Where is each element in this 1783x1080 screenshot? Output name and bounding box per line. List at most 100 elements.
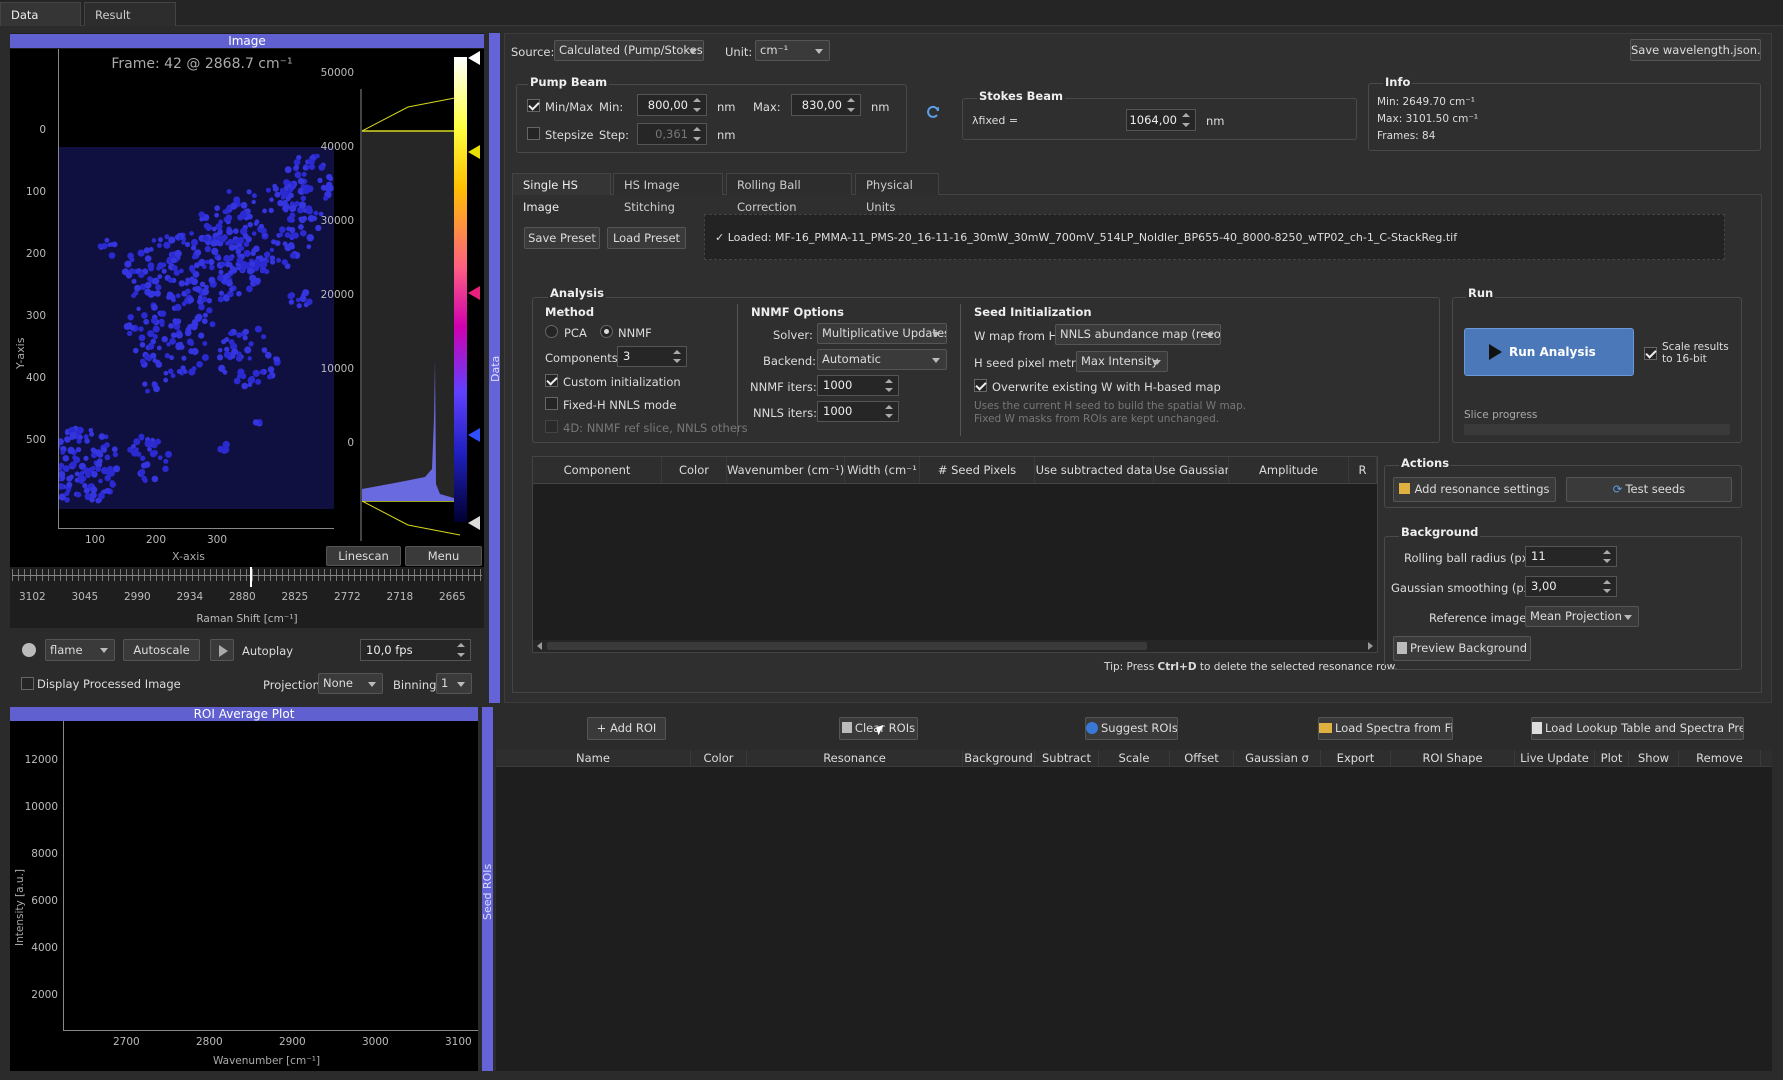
projection-select[interactable]: None xyxy=(318,673,383,694)
cell-marker xyxy=(300,195,307,202)
roi-x-tick-label: 2800 xyxy=(196,1036,223,1048)
cell-marker xyxy=(185,288,191,295)
suggest-rois-button[interactable]: Suggest ROIs xyxy=(1085,717,1178,740)
gradient-tick-yellow[interactable] xyxy=(468,145,480,159)
help-icon xyxy=(1086,722,1098,734)
gradient-tick-white[interactable] xyxy=(468,51,480,65)
wmap-select[interactable]: NNLS abundance map (recomm xyxy=(1055,324,1221,345)
scale-results-checkbox[interactable] xyxy=(1644,347,1657,360)
backend-select[interactable]: Automatic xyxy=(817,349,947,370)
cell-marker xyxy=(246,189,252,195)
cell-marker xyxy=(298,224,304,230)
cell-marker xyxy=(95,466,101,472)
cell-marker xyxy=(134,284,141,292)
cell-marker xyxy=(138,334,146,342)
fps-spinbox[interactable]: 10,0 fps xyxy=(360,639,471,661)
load-preset-button[interactable]: Load Preset xyxy=(607,227,686,249)
cell-marker xyxy=(306,244,312,249)
linescan-button[interactable]: Linescan xyxy=(326,546,401,566)
gaussian-smoothing-spinbox[interactable]: 3,00 xyxy=(1525,576,1617,597)
cell-marker xyxy=(204,245,211,253)
source-select[interactable]: Calculated (Pump/Stokes) xyxy=(554,40,704,61)
menu-button[interactable]: Menu xyxy=(405,546,482,566)
resonance-column-header: Color xyxy=(662,457,727,483)
hseed-select[interactable]: Max Intensity xyxy=(1076,351,1168,372)
rolling-radius-spinbox[interactable]: 11 xyxy=(1525,546,1617,567)
tab-result-section[interactable]: Result Section xyxy=(84,2,176,46)
raman-slider-handle[interactable] xyxy=(250,567,252,587)
cell-marker xyxy=(199,217,204,222)
run-analysis-button[interactable]: Run Analysis xyxy=(1464,328,1634,376)
save-preset-button[interactable]: Save Preset xyxy=(524,227,600,249)
cell-marker xyxy=(178,280,185,287)
roi-average-plot[interactable]: 12000 10000 8000 6000 4000 2000 2700 2800 2900 3… xyxy=(10,721,478,1071)
roi-table[interactable]: Name Color Resonance Background Subtract Scal… xyxy=(496,750,1772,1071)
cell-marker xyxy=(149,450,157,458)
cell-marker xyxy=(163,370,169,376)
gradient-tick-black[interactable] xyxy=(468,516,480,530)
minmax-checkbox[interactable] xyxy=(527,99,540,112)
components-spinbox[interactable]: 3 xyxy=(617,346,687,367)
image-view[interactable]: Frame: 42 @ 2868.7 cm⁻¹ 0 100 200 300 400 500… xyxy=(10,49,484,568)
cell-marker xyxy=(79,472,84,477)
scroll-thumb[interactable] xyxy=(547,642,1147,650)
y-tick-label: 0 xyxy=(39,124,46,136)
resonance-table[interactable]: Component Color Wavenumber (cm⁻¹) Width (cm… xyxy=(532,456,1378,653)
overwrite-checkbox[interactable] xyxy=(974,379,987,392)
custom-init-checkbox[interactable] xyxy=(545,374,558,387)
stokes-wavelength-spinbox[interactable]: 1064,00 xyxy=(1126,109,1196,131)
subtab-stitching[interactable]: HS Image Stitching xyxy=(613,173,723,214)
cell-marker xyxy=(154,387,159,392)
resonance-table-scrollbar[interactable] xyxy=(533,640,1377,652)
histogram-plot[interactable] xyxy=(360,89,460,541)
load-lut-button[interactable]: Load Lookup Table and Spectra Preset xyxy=(1531,717,1744,740)
nnmf-label: NNMF xyxy=(618,326,652,340)
gradient-tick-magenta[interactable] xyxy=(468,286,480,300)
binning-select[interactable]: 1 xyxy=(436,673,472,694)
preview-background-button[interactable]: Preview Background xyxy=(1393,636,1531,661)
nnls-iters-spinbox[interactable]: 1000 xyxy=(817,401,899,422)
scroll-left-icon[interactable] xyxy=(537,642,542,650)
cell-marker xyxy=(279,187,285,193)
test-seeds-button[interactable]: ⟳ Test seeds xyxy=(1566,477,1732,502)
four-d-checkbox[interactable] xyxy=(545,420,558,433)
nnmf-iters-spinbox[interactable]: 1000 xyxy=(817,375,899,396)
pump-min-spinbox[interactable]: 800,00 xyxy=(637,94,707,116)
load-spectra-button[interactable]: Load Spectra from File xyxy=(1318,717,1453,740)
fixed-h-checkbox[interactable] xyxy=(545,397,558,410)
sync-icon[interactable] xyxy=(926,105,940,119)
roi-column-header: ROI Shape xyxy=(1391,750,1515,766)
add-resonance-button[interactable]: Add resonance settings xyxy=(1393,477,1556,502)
display-processed-checkbox[interactable] xyxy=(21,677,34,690)
nnmf-radio[interactable] xyxy=(600,325,613,338)
pump-step-spinbox[interactable]: 0,361 xyxy=(637,123,707,145)
unit-select[interactable]: cm⁻¹ xyxy=(755,40,830,61)
reference-image-select[interactable]: Mean Projection xyxy=(1525,606,1639,627)
cell-marker xyxy=(156,345,162,351)
colormap-select[interactable]: flame xyxy=(45,639,115,661)
raman-slider[interactable]: 3102 3045 2990 2934 2880 2825 2772 2718 2665 Ram… xyxy=(10,567,484,627)
colormap-gradient[interactable] xyxy=(454,57,467,522)
pca-radio[interactable] xyxy=(545,325,558,338)
gradient-tick-blue[interactable] xyxy=(468,428,480,442)
stepsize-checkbox[interactable] xyxy=(527,127,540,140)
autoscale-button[interactable]: Autoscale xyxy=(123,639,200,661)
tab-data-section[interactable]: Data Section xyxy=(0,2,81,46)
solver-select[interactable]: Multiplicative Updates xyxy=(817,323,947,344)
subtab-physical-units[interactable]: Physical Units xyxy=(855,173,939,214)
hs-image[interactable] xyxy=(59,147,334,509)
subtab-rolling-ball[interactable]: Rolling Ball Correction xyxy=(726,173,852,214)
play-button[interactable] xyxy=(210,639,234,661)
pump-max-spinbox[interactable]: 830,00 xyxy=(791,94,861,116)
cell-marker xyxy=(151,381,157,386)
cell-marker xyxy=(98,478,103,484)
save-wavelength-button[interactable]: Save wavelength.json... xyxy=(1630,39,1761,61)
raman-tick-label: 2880 xyxy=(229,591,256,603)
cell-marker xyxy=(143,461,151,468)
add-roi-button[interactable]: + Add ROI xyxy=(587,717,666,740)
cell-marker xyxy=(123,323,131,330)
cell-marker xyxy=(296,303,302,309)
cell-marker xyxy=(170,373,176,379)
scroll-right-icon[interactable] xyxy=(1368,642,1373,650)
subtab-single-hs[interactable]: Single HS Image xyxy=(512,173,611,214)
